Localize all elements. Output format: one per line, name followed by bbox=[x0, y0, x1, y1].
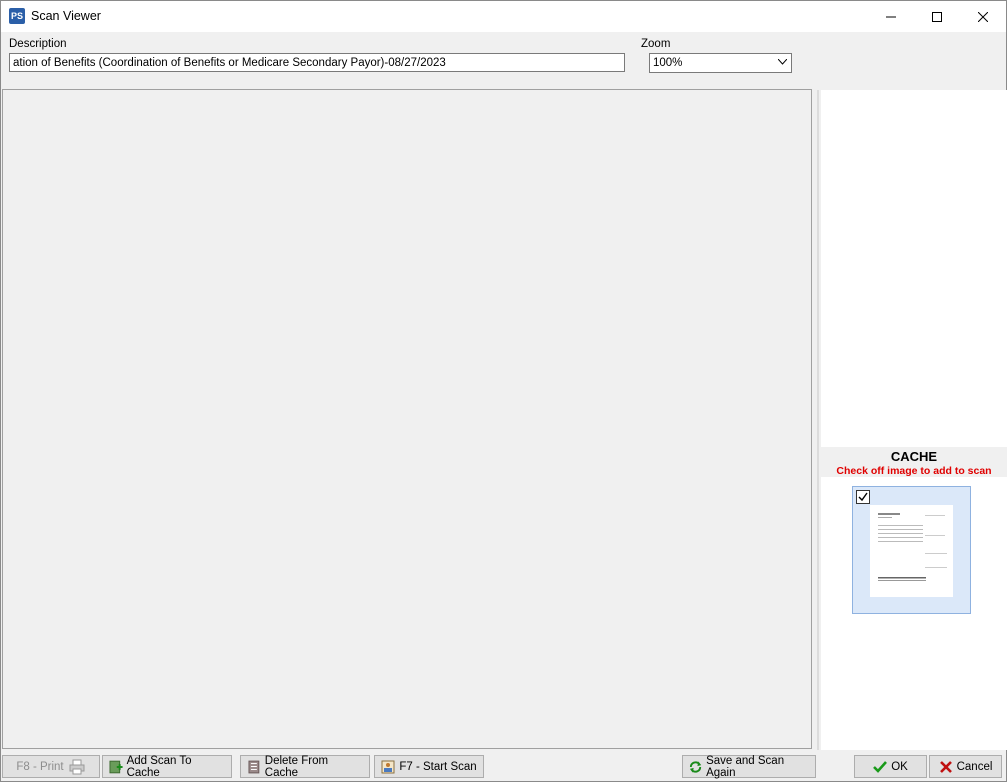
zoom-select[interactable]: 100% bbox=[649, 53, 792, 73]
title-bar: PS Scan Viewer bbox=[1, 1, 1006, 32]
scan-viewer-window: PS Scan Viewer Description ation of Bene… bbox=[0, 0, 1007, 782]
printer-icon bbox=[69, 759, 85, 774]
scanner-icon bbox=[381, 760, 395, 773]
add-scan-to-cache-button[interactable]: Add Scan To Cache bbox=[102, 754, 232, 779]
app-icon: PS bbox=[9, 8, 25, 24]
thumbnail-checkbox[interactable] bbox=[856, 490, 870, 504]
cancel-label: Cancel bbox=[956, 760, 993, 773]
checkmark-icon bbox=[858, 492, 868, 502]
save-rescan-icon bbox=[689, 760, 702, 773]
maximize-icon bbox=[932, 11, 942, 22]
thumbnail-page-image bbox=[870, 505, 953, 597]
scan-preview-area[interactable] bbox=[2, 89, 812, 749]
description-label: Description bbox=[9, 38, 67, 50]
delete-label: Delete From Cache bbox=[264, 754, 329, 779]
start-scan-label: F7 - Start Scan bbox=[399, 760, 477, 773]
panel-splitter[interactable] bbox=[817, 90, 819, 750]
start-scan-button[interactable]: F7 - Start Scan bbox=[374, 755, 484, 778]
cache-panel: CACHE Check off image to add to scan bbox=[821, 90, 1007, 750]
print-button[interactable]: F8 - Print bbox=[2, 755, 100, 778]
zoom-value: 100% bbox=[653, 57, 683, 69]
cache-instruction: Check off image to add to scan bbox=[836, 465, 992, 477]
print-label: F8 - Print bbox=[16, 760, 64, 773]
chevron-down-icon bbox=[778, 59, 787, 65]
delete-icon bbox=[248, 760, 260, 773]
checkmark-icon bbox=[873, 760, 888, 773]
ok-label: OK bbox=[891, 760, 908, 773]
delete-from-cache-button[interactable]: Delete From Cache bbox=[240, 754, 370, 779]
minimize-button[interactable] bbox=[868, 1, 914, 32]
add-scan-label: Add Scan To Cache bbox=[126, 754, 192, 779]
document-preview-icon bbox=[878, 513, 947, 581]
description-input[interactable]: ation of Benefits (Coordination of Benef… bbox=[9, 53, 625, 72]
ok-button[interactable]: OK bbox=[854, 755, 927, 778]
cache-title: CACHE bbox=[890, 449, 938, 464]
maximize-button[interactable] bbox=[914, 1, 960, 32]
x-icon bbox=[939, 760, 952, 773]
add-scan-icon bbox=[109, 760, 123, 773]
save-and-scan-again-button[interactable]: Save and Scan Again bbox=[682, 754, 816, 779]
close-icon bbox=[978, 11, 988, 22]
close-button[interactable] bbox=[960, 1, 1006, 32]
save-and-scan-label: Save and Scan Again bbox=[706, 754, 785, 779]
cache-header: CACHE Check off image to add to scan bbox=[821, 447, 1007, 477]
window-title: Scan Viewer bbox=[31, 9, 101, 23]
zoom-label: Zoom bbox=[641, 38, 671, 50]
minimize-icon bbox=[886, 16, 896, 17]
cancel-button[interactable]: Cancel bbox=[929, 755, 1002, 778]
cache-thumbnail[interactable] bbox=[852, 486, 971, 614]
